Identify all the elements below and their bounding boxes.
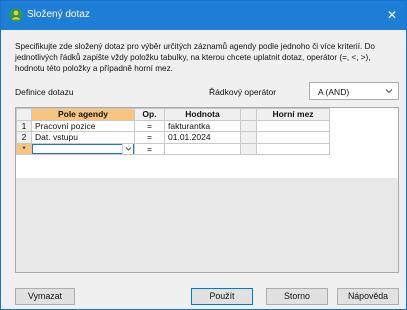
help-button[interactable]: Nápověda bbox=[337, 288, 399, 305]
field-dropdown-button[interactable] bbox=[122, 143, 133, 154]
new-row[interactable]: * = bbox=[16, 142, 330, 155]
new-row-header[interactable]: * bbox=[16, 142, 32, 155]
cell-field[interactable]: Pracovní pozice bbox=[31, 119, 135, 132]
cell-field-editor[interactable] bbox=[31, 142, 135, 155]
query-table: Pole agendy Op. Hodnota Horní mez 1 Prac… bbox=[16, 108, 330, 155]
row-header[interactable]: 1 bbox=[16, 119, 32, 132]
cell-upper[interactable] bbox=[256, 119, 330, 132]
row-header[interactable]: 2 bbox=[16, 131, 32, 144]
field-dropdown[interactable] bbox=[32, 143, 134, 154]
cell-op[interactable]: = bbox=[134, 142, 165, 155]
grid-empty-area bbox=[16, 178, 398, 272]
column-header-upper[interactable]: Horní mez bbox=[256, 108, 330, 121]
title-bar[interactable]: Složený dotaz ✕ bbox=[1, 1, 406, 30]
apply-button[interactable]: Použít bbox=[191, 288, 253, 305]
dialog-window: Složený dotaz ✕ Specifikujte zde složený… bbox=[0, 0, 407, 310]
cancel-button[interactable]: Storno bbox=[266, 288, 328, 305]
table-row[interactable]: 2 Dat. vstupu = 01.01.2024 bbox=[16, 131, 330, 144]
cell-op[interactable]: = bbox=[134, 131, 165, 144]
app-person-icon bbox=[9, 8, 23, 22]
close-icon: ✕ bbox=[386, 8, 398, 22]
column-header-value[interactable]: Hodnota bbox=[164, 108, 241, 121]
column-header-op[interactable]: Op. bbox=[134, 108, 165, 121]
cell-blank bbox=[240, 142, 257, 155]
corner-cell[interactable] bbox=[16, 108, 32, 121]
description-text: Specifikujte zde složený dotaz pro výběr… bbox=[15, 42, 375, 73]
column-header-field[interactable]: Pole agendy bbox=[31, 108, 135, 121]
row-operator-label: Řádkový operátor bbox=[209, 87, 277, 97]
cell-op[interactable]: = bbox=[134, 119, 165, 132]
cell-value[interactable]: 01.01.2024 bbox=[164, 131, 241, 144]
close-button[interactable]: ✕ bbox=[378, 1, 406, 30]
cell-upper[interactable] bbox=[256, 131, 330, 144]
chevron-down-icon bbox=[125, 146, 132, 151]
cell-value[interactable]: fakturantka bbox=[164, 119, 241, 132]
cell-upper[interactable] bbox=[256, 142, 330, 155]
window-title: Složený dotaz bbox=[27, 9, 90, 20]
delete-button[interactable]: Vymazat bbox=[15, 288, 75, 305]
cell-field[interactable]: Dat. vstupu bbox=[31, 131, 135, 144]
column-header-blank[interactable] bbox=[240, 108, 257, 121]
row-operator-select[interactable]: A (AND) bbox=[309, 82, 399, 100]
row-operator-value: A (AND) bbox=[318, 87, 350, 97]
definition-label: Definice dotazu bbox=[15, 87, 74, 97]
table-row[interactable]: 1 Pracovní pozice = fakturantka bbox=[16, 119, 330, 132]
query-grid[interactable]: Pole agendy Op. Hodnota Horní mez 1 Prac… bbox=[15, 107, 399, 273]
cell-blank bbox=[240, 131, 257, 144]
cell-blank bbox=[240, 119, 257, 132]
cell-value[interactable] bbox=[164, 142, 241, 155]
header-row: Pole agendy Op. Hodnota Horní mez bbox=[16, 108, 330, 121]
chevron-down-icon bbox=[385, 89, 393, 94]
